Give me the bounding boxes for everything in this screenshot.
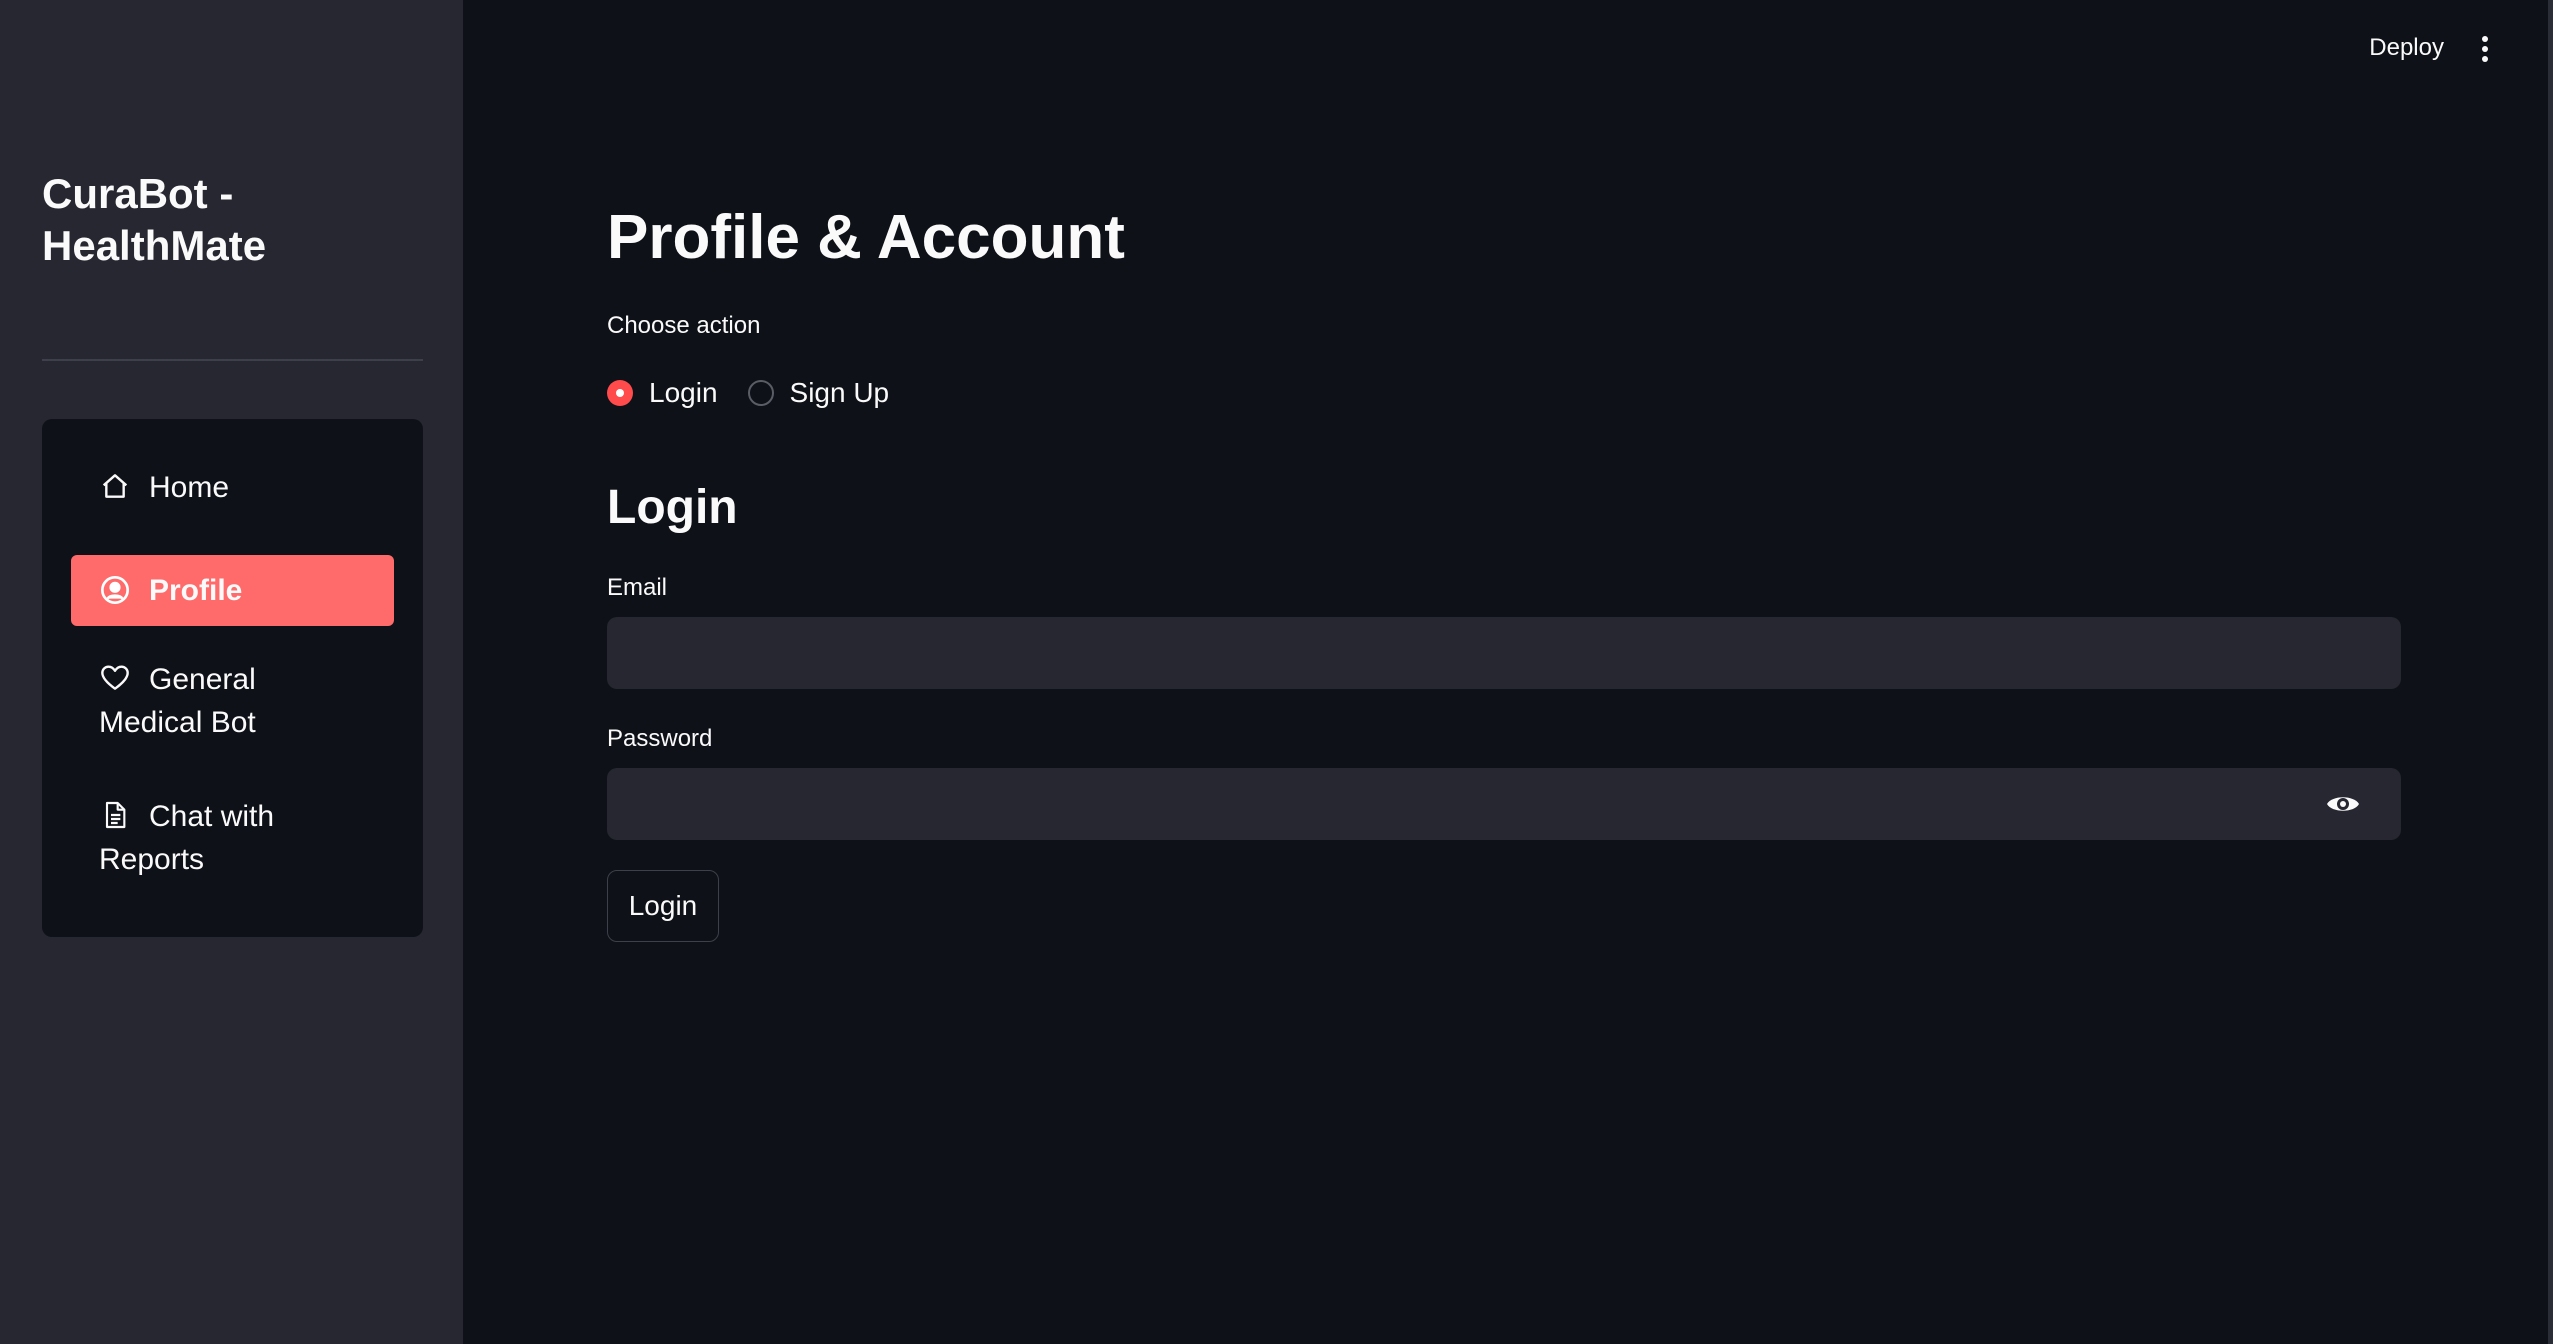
nav-item-label: Home — [149, 471, 230, 504]
eye-icon[interactable] — [2325, 791, 2361, 817]
choose-action-label: Choose action — [607, 312, 761, 339]
radio-checked-indicator[interactable] — [607, 380, 633, 406]
document-icon — [105, 801, 126, 829]
email-label: Email — [607, 574, 668, 601]
sidebar-divider — [42, 359, 423, 361]
action-radio-group: Login Sign Up — [607, 372, 919, 414]
nav-item-profile[interactable]: Profile — [71, 555, 394, 626]
main-content: Deploy Profile & Account Choose action L… — [463, 0, 2553, 1344]
login-button[interactable]: Login — [607, 870, 719, 942]
vertical-dots-icon[interactable] — [2479, 36, 2491, 66]
section-title: Login — [607, 481, 738, 534]
sidebar: CuraBot - HealthMate Home Profile Genera… — [0, 0, 463, 1344]
deploy-button[interactable]: Deploy — [2369, 34, 2444, 62]
nav-item-label: Profile — [149, 574, 243, 607]
radio-label: Sign Up — [789, 377, 890, 408]
app-title: CuraBot - HealthMate — [42, 170, 267, 269]
home-icon — [102, 474, 128, 498]
user-circle-icon — [101, 576, 129, 604]
window-edge — [2548, 0, 2553, 1344]
nav-item-chat-with-reports[interactable]: Chat with Reports — [71, 795, 394, 881]
nav-menu: Home Profile General Medical Bot Chat wi… — [42, 419, 423, 937]
page-title: Profile & Account — [607, 203, 1125, 272]
radio-label: Login — [649, 377, 718, 408]
email-field[interactable] — [607, 617, 2401, 689]
radio-unchecked-indicator[interactable] — [747, 380, 774, 406]
heart-icon — [101, 665, 129, 690]
nav-item-general-medical-bot[interactable]: General Medical Bot — [71, 658, 394, 744]
password-field[interactable] — [607, 768, 2401, 840]
radio-login[interactable]: Login — [607, 377, 718, 409]
app-window: CuraBot - HealthMate Home Profile Genera… — [0, 0, 2553, 1344]
password-label: Password — [607, 725, 713, 752]
radio-sign-up[interactable]: Sign Up — [747, 377, 890, 409]
nav-item-home[interactable]: Home — [71, 466, 394, 509]
